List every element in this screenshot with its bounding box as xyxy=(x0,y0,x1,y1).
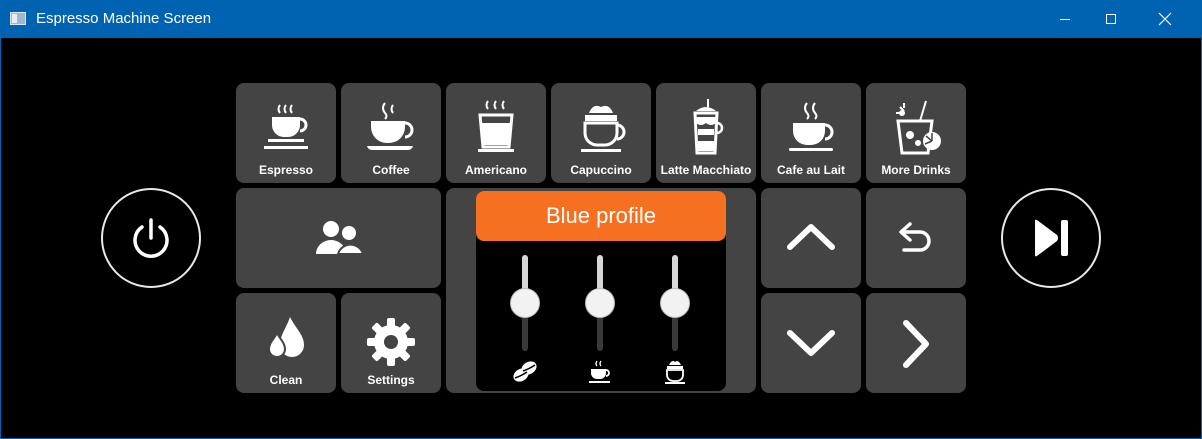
close-button[interactable] xyxy=(1142,0,1188,38)
milk-slider[interactable] xyxy=(660,255,690,351)
settings-button[interactable]: Settings xyxy=(341,293,441,393)
power-button[interactable] xyxy=(101,188,201,288)
back-button[interactable] xyxy=(866,188,966,288)
clean-label: Clean xyxy=(269,373,303,387)
settings-label: Settings xyxy=(367,373,415,387)
drink-label: Americano xyxy=(464,163,528,177)
app-icon xyxy=(10,12,26,25)
coffee-cup-icon xyxy=(367,102,414,151)
water-drops-icon xyxy=(267,317,304,358)
drink-label: Espresso xyxy=(258,163,314,177)
volume-slider[interactable] xyxy=(585,255,615,351)
cappuccino-cup-icon xyxy=(581,105,626,152)
drink-label: Coffee xyxy=(372,163,410,177)
maximize-icon xyxy=(1106,14,1116,24)
back-icon xyxy=(899,222,931,252)
drink-label: Latte Macchiato xyxy=(660,163,752,177)
cafe-au-lait-cup-icon xyxy=(789,102,834,151)
down-button[interactable] xyxy=(761,293,861,393)
play-next-icon xyxy=(1035,219,1068,257)
up-arrow-icon xyxy=(787,224,835,250)
down-arrow-icon xyxy=(787,330,835,356)
power-icon xyxy=(133,218,169,258)
cocktail-icon xyxy=(896,100,941,155)
next-button[interactable] xyxy=(866,293,966,393)
drink-label: Cafe au Lait xyxy=(776,163,845,177)
profile-panel: Blue profile xyxy=(476,191,726,391)
right-arrow-icon xyxy=(903,320,929,368)
minimize-button[interactable] xyxy=(1042,0,1088,38)
small-cup-icon xyxy=(589,360,610,383)
drink-label: More Drinks xyxy=(881,163,951,177)
title-bar: Espresso Machine Screen xyxy=(0,0,1202,38)
espresso-cup-icon xyxy=(264,104,308,149)
gear-icon xyxy=(367,318,415,366)
drink-cafe-au-lait-button[interactable]: Cafe au Lait xyxy=(761,83,861,183)
users-icon xyxy=(316,221,364,255)
drink-americano-button[interactable]: Americano xyxy=(446,83,546,183)
slider-handle[interactable] xyxy=(585,288,615,318)
drink-espresso-button[interactable]: Espresso xyxy=(236,83,336,183)
profile-name[interactable]: Blue profile xyxy=(476,191,726,241)
drink-coffee-button[interactable]: Coffee xyxy=(341,83,441,183)
up-button[interactable] xyxy=(761,188,861,288)
minimize-icon xyxy=(1060,19,1070,20)
americano-glass-icon xyxy=(478,100,514,152)
drink-latte-macchiato-button[interactable]: Latte Macchiato xyxy=(656,83,756,183)
coffee-beans-icon xyxy=(513,361,537,382)
drink-label: Capuccino xyxy=(570,163,632,177)
close-icon xyxy=(1158,12,1172,26)
start-button[interactable] xyxy=(1001,188,1101,288)
strength-slider[interactable] xyxy=(510,255,540,351)
drink-more-drinks-button[interactable]: More Drinks xyxy=(866,83,966,183)
drink-capuccino-button[interactable]: Capuccino xyxy=(551,83,651,183)
window-title: Espresso Machine Screen xyxy=(36,10,212,27)
latte-glass-icon xyxy=(693,99,724,155)
slider-handle[interactable] xyxy=(660,288,690,318)
profiles-button[interactable] xyxy=(236,188,441,288)
latte-cup-icon xyxy=(665,361,685,384)
slider-handle[interactable] xyxy=(510,288,540,318)
clean-button[interactable]: Clean xyxy=(236,293,336,393)
maximize-button[interactable] xyxy=(1088,0,1134,38)
